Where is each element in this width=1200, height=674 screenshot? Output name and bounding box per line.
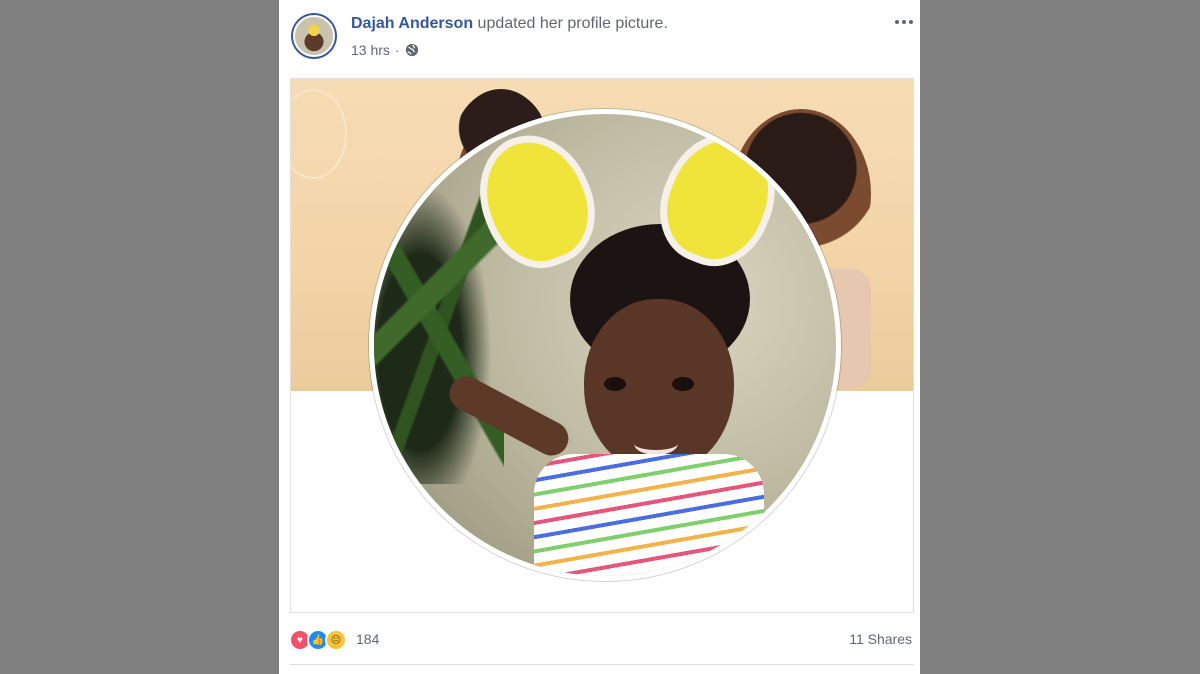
author-avatar[interactable]	[291, 13, 337, 59]
more-options-icon[interactable]	[892, 12, 916, 32]
dot	[895, 20, 899, 24]
striped-shirt	[534, 454, 764, 576]
wall-decoration	[291, 89, 347, 179]
globe-icon[interactable]	[405, 43, 419, 57]
post-header: Dajah Anderson updated her profile pictu…	[351, 15, 668, 33]
avatar-image	[293, 15, 335, 57]
dot	[909, 20, 913, 24]
post-meta: 13 hrs ·	[351, 42, 419, 58]
feed-post: Dajah Anderson updated her profile pictu…	[279, 0, 920, 674]
footer-divider	[290, 664, 914, 665]
profile-photo	[369, 109, 841, 581]
meta-separator: ·	[394, 42, 400, 58]
dot	[902, 20, 906, 24]
author-name-link[interactable]: Dajah Anderson	[351, 15, 473, 32]
child-eye-right	[672, 377, 694, 391]
sad-reaction-icon: ☹	[325, 629, 347, 651]
child-smile	[634, 432, 678, 455]
shares-count-link[interactable]: 11 Shares	[849, 631, 912, 647]
child-eye-left	[604, 377, 626, 391]
reaction-count[interactable]: 184	[356, 631, 379, 647]
post-timestamp[interactable]: 13 hrs	[351, 42, 390, 58]
post-action-text: updated her profile picture.	[477, 15, 668, 32]
profile-picture-update[interactable]	[290, 78, 914, 613]
reactions-summary[interactable]: ♥ 👍 ☹	[289, 629, 347, 651]
